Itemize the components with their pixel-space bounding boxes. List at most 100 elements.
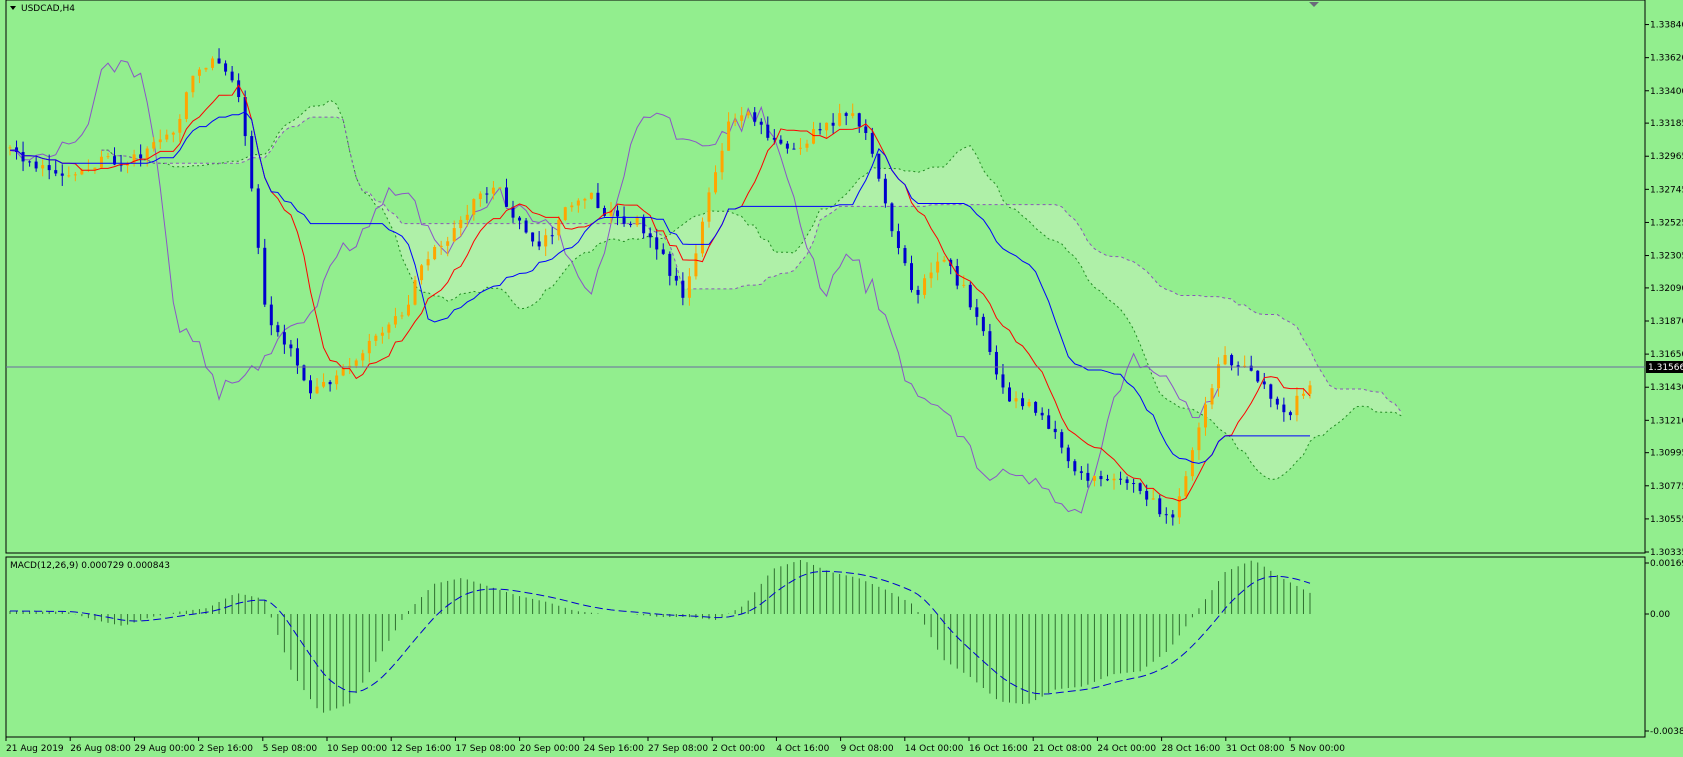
candle-body	[785, 143, 789, 149]
candle-body	[276, 325, 280, 333]
price-tick-label: 1.33400	[1650, 87, 1683, 97]
candle-body	[1086, 472, 1090, 481]
candle-body	[99, 156, 103, 168]
candle-body	[661, 249, 665, 254]
candle-body	[178, 118, 182, 133]
candle-body	[890, 203, 894, 232]
price-tick-label: 1.31870	[1650, 317, 1683, 327]
candle-body	[733, 120, 737, 122]
candle-body	[328, 381, 332, 385]
candle-body	[34, 161, 38, 169]
candle-body	[896, 231, 900, 249]
candle-body	[1021, 398, 1025, 407]
current-price-tag: 1.31566	[1646, 361, 1683, 373]
candle-body	[642, 217, 646, 234]
candle-body	[380, 332, 384, 336]
candle-body	[681, 280, 685, 298]
candle-body	[1001, 374, 1005, 388]
candle-body	[877, 153, 881, 179]
symbol-label: USDCAD,H4	[21, 4, 75, 14]
candle-body	[694, 253, 698, 277]
candle-body	[766, 124, 770, 138]
candle-body	[968, 284, 972, 308]
candle-body	[1047, 415, 1051, 429]
candle-body	[197, 69, 201, 76]
candle-body	[1184, 476, 1188, 497]
time-tick-label: 14 Oct 00:00	[905, 744, 964, 754]
candle-body	[406, 304, 410, 316]
candle-body	[1197, 427, 1201, 451]
candle-body	[420, 265, 424, 281]
candle-body	[367, 340, 371, 354]
time-tick-label: 21 Oct 08:00	[1033, 744, 1092, 754]
candle-body	[1158, 498, 1162, 515]
price-tick-label: 1.32745	[1650, 185, 1683, 195]
candle-body	[28, 161, 32, 163]
candle-body	[250, 136, 254, 189]
candle-body	[746, 112, 750, 116]
time-tick-label: 2 Oct 00:00	[712, 744, 765, 754]
candle-body	[524, 220, 528, 233]
candle-body	[1099, 476, 1103, 480]
candle-body	[557, 220, 561, 236]
candle-body	[981, 316, 985, 332]
candle-body	[1177, 496, 1181, 518]
candle-body	[589, 192, 593, 199]
candle-body	[315, 386, 319, 394]
candle-body	[465, 214, 469, 220]
candle-body	[792, 148, 796, 150]
candle-body	[433, 246, 437, 260]
time-tick-label: 29 Aug 00:00	[134, 744, 195, 754]
macd-tick-label: -0.00388	[1650, 727, 1683, 737]
candle-body	[1282, 404, 1286, 413]
candle-body	[805, 143, 809, 148]
price-tick-label: 1.32090	[1650, 284, 1683, 294]
candle-body	[485, 193, 489, 195]
candle-body	[230, 71, 234, 81]
candle-body	[838, 113, 842, 126]
candle-body	[93, 167, 97, 170]
candle-body	[916, 289, 920, 295]
candle-body	[67, 175, 71, 177]
candle-body	[825, 122, 829, 131]
macd-tick-label: 0.00	[1650, 610, 1670, 620]
candle-body	[1210, 388, 1214, 405]
price-tick-label: 1.33620	[1650, 54, 1683, 64]
candle-body	[720, 150, 724, 173]
candle-body	[576, 200, 580, 206]
candle-body	[759, 121, 763, 125]
price-tick-label: 1.32965	[1650, 152, 1683, 162]
candle-body	[106, 156, 110, 158]
candle-body	[635, 217, 639, 226]
price-tick-label: 1.33185	[1650, 119, 1683, 129]
candle-body	[289, 344, 293, 349]
candle-body	[145, 148, 149, 159]
price-tick-label: 1.32305	[1650, 252, 1683, 262]
candle-body	[864, 126, 868, 134]
candle-body	[1269, 384, 1273, 399]
candle-body	[446, 241, 450, 246]
time-tick-label: 31 Oct 08:00	[1226, 744, 1285, 754]
candle-body	[629, 223, 633, 226]
candle-body	[165, 134, 169, 140]
time-tick-label: 9 Oct 08:00	[841, 744, 894, 754]
time-tick-label: 27 Sep 08:00	[648, 744, 708, 754]
price-tick-label: 1.31430	[1650, 383, 1683, 393]
candle-body	[60, 173, 64, 176]
candle-body	[184, 92, 188, 119]
candle-body	[47, 165, 51, 171]
candle-body	[923, 278, 927, 295]
candle-body	[1073, 461, 1077, 472]
candle-body	[152, 142, 156, 149]
candle-body	[263, 247, 267, 305]
candle-body	[1288, 412, 1292, 416]
candle-body	[472, 199, 476, 215]
time-tick-label: 24 Sep 16:00	[584, 744, 644, 754]
indicator-label: MACD(12,26,9) 0.000729 0.000843	[10, 561, 170, 571]
candle-body	[812, 129, 816, 144]
candle-body	[707, 192, 711, 222]
time-tick-label: 21 Aug 2019	[6, 744, 64, 754]
price-tick-label: 1.30775	[1650, 482, 1683, 492]
candle-body	[883, 178, 887, 204]
macd-tick-label: 0.001692	[1650, 559, 1683, 569]
